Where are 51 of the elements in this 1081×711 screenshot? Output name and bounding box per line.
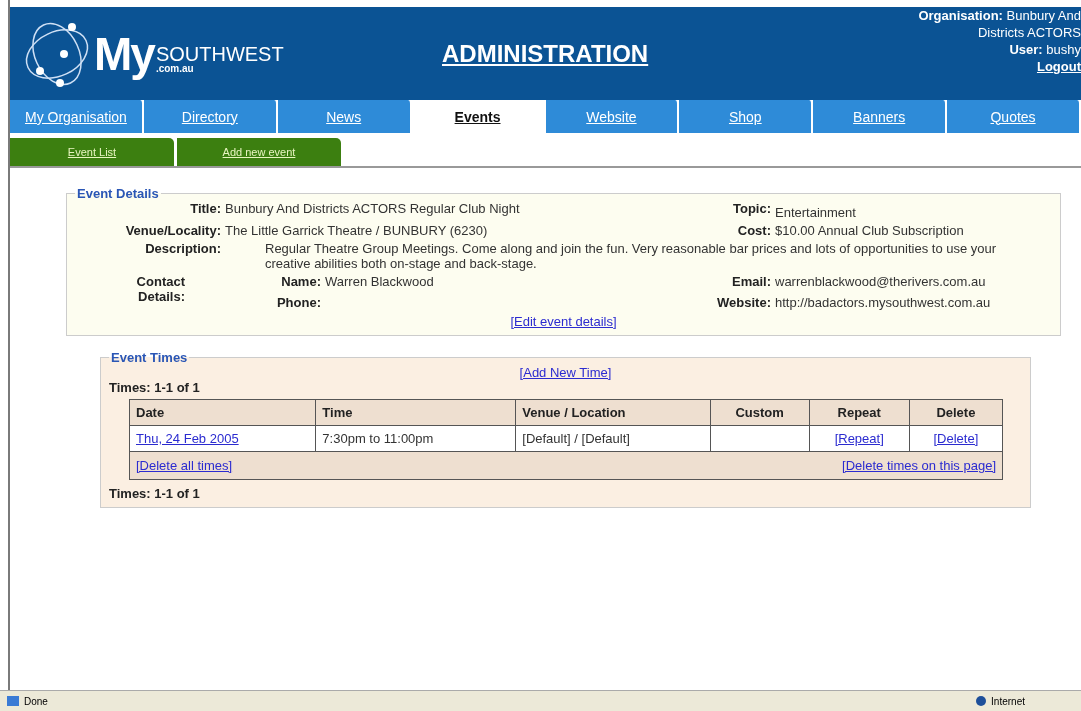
status-text: Done	[24, 695, 48, 707]
nav-tab[interactable]: Directory	[143, 100, 278, 133]
field-value: The Little Garrick Theatre / BUNBURY (6230)	[225, 223, 489, 238]
field-label: Cost:	[736, 223, 772, 238]
field-label: Topic:	[731, 201, 772, 216]
sub-tab[interactable]: Event List	[10, 138, 174, 166]
nav-tab[interactable]: Website	[545, 100, 680, 133]
edit-details-link[interactable]: [Edit event details]	[510, 314, 617, 329]
logo-text: SOUTHWEST	[155, 43, 284, 66]
field-value: warrenblackwood@therivers.com.au	[775, 274, 987, 289]
delete-page-link[interactable]: [Delete times on this page]	[842, 458, 996, 473]
field-value: Bunbury And Districts ACTORS Regular Club Night	[225, 201, 521, 216]
column-header: Custom	[710, 399, 810, 426]
times-count: Times: 1-1 of 1	[109, 486, 200, 501]
page-title[interactable]: ADMINISTRATION	[442, 39, 649, 68]
field-label: Phone:	[275, 295, 322, 310]
zone-text: Internet	[991, 695, 1025, 707]
times-count: Times: 1-1 of 1	[109, 380, 200, 395]
field-label: Email:	[731, 274, 772, 289]
nav-tab[interactable]: News	[277, 100, 412, 133]
field-label: Website:	[716, 295, 772, 310]
column-header: Venue / Location	[515, 399, 711, 426]
column-header: Time	[315, 399, 516, 426]
column-header: Delete	[909, 399, 1003, 426]
add-time-link[interactable]: [Add New Time]	[519, 365, 612, 380]
delete-all-link[interactable]: [Delete all times]	[136, 458, 233, 473]
panel-legend: Event Details	[75, 186, 161, 201]
nav-tab[interactable]: My Organisation	[10, 100, 144, 133]
field-label: Contact Details:	[135, 274, 186, 304]
column-header: Date	[129, 399, 316, 426]
user-text: User: bushy	[1009, 41, 1081, 58]
sub-tab[interactable]: Add new event	[177, 138, 341, 166]
nav-tab[interactable]: Quotes	[947, 100, 1081, 133]
table-cell: 7:30pm to 11:00pm	[315, 425, 516, 452]
table-cell: [Default] / [Default]	[515, 425, 711, 452]
field-value: Entertainment	[775, 205, 857, 220]
field-value: Regular Theatre Group Meetings. Come along and join the fun. Very reasonable bar prices and lots of opportunities to use your creative abilities both on-stage and back-stage.	[264, 241, 998, 271]
nav-tab[interactable]: Shop	[679, 100, 814, 133]
field-label: Name:	[280, 274, 322, 289]
panel-legend: Event Times	[109, 350, 190, 365]
field-label: Venue/Locality:	[124, 223, 222, 238]
field-value: $10.00 Annual Club Subscription	[775, 223, 965, 238]
field-value: http://badactors.mysouthwest.com.au	[775, 295, 992, 310]
nav-tab[interactable]: Banners	[813, 100, 948, 133]
column-header: Repeat	[809, 399, 910, 426]
logo-domain: .com.au	[155, 63, 195, 74]
field-label: Title:	[189, 201, 222, 216]
field-label: Description:	[144, 241, 222, 256]
logout-link[interactable]: Logout	[1036, 58, 1081, 75]
logo-text: My	[94, 26, 154, 81]
field-value: Warren Blackwood	[325, 274, 435, 289]
